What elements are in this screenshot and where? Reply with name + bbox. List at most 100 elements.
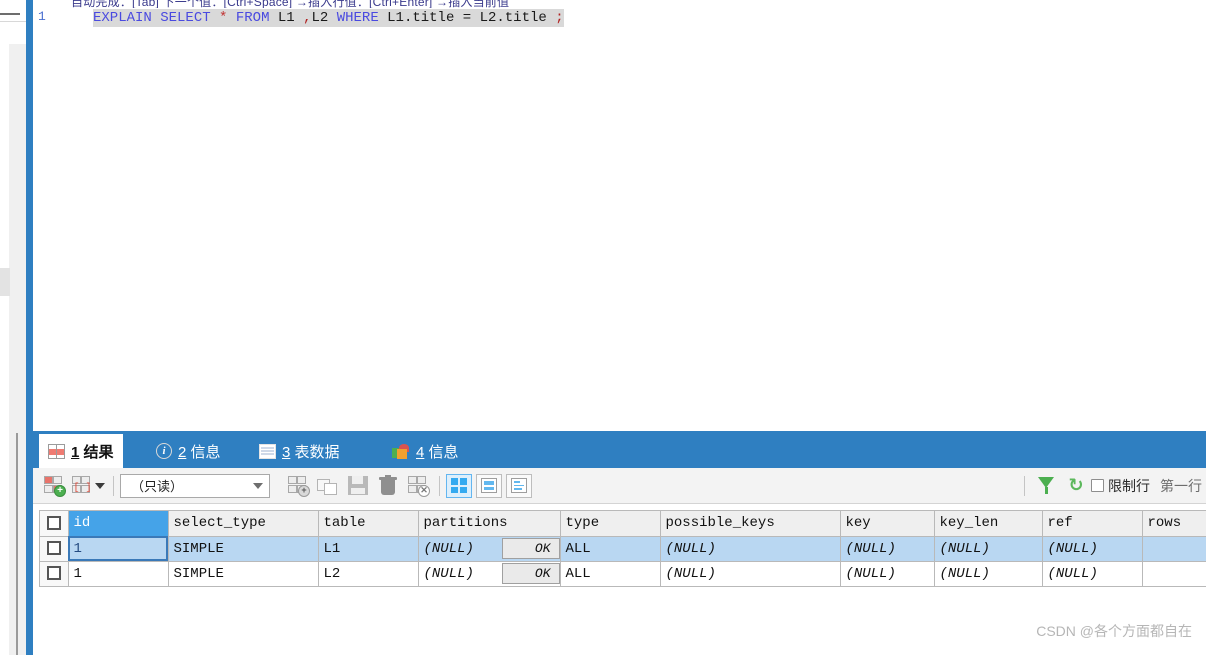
cell-id[interactable]: 1	[68, 536, 169, 562]
select-all-checkbox[interactable]	[46, 515, 61, 530]
chevron-down-icon	[253, 482, 263, 489]
toolbar-separator-1	[113, 475, 114, 496]
cell-type[interactable]: ALL	[560, 561, 661, 587]
copy-record-icon	[317, 476, 339, 496]
cell-ref[interactable]: (NULL)	[1042, 536, 1143, 562]
form-view-icon	[481, 478, 497, 493]
row-checkbox-cell[interactable]	[40, 561, 69, 587]
cell-partitions-value: (NULL)	[423, 540, 474, 557]
select-all-checkbox-cell[interactable]	[40, 511, 69, 537]
sql-editor[interactable]: 自动完成：[Tab] 下一个值：[Ctrl+Space] →插入行值：[Ctrl…	[33, 0, 1206, 434]
cancel-change-button[interactable]: ✕	[403, 471, 433, 501]
edit-mode-value: （只读）	[131, 479, 184, 494]
copy-record-button[interactable]	[313, 471, 343, 501]
column-header-table[interactable]: table	[318, 511, 419, 537]
trash-icon	[379, 475, 397, 495]
column-header-key_len[interactable]: key_len	[934, 511, 1043, 537]
cell-partitions[interactable]: (NULL) OK	[418, 561, 561, 587]
left-collapse-handle[interactable]	[0, 268, 10, 296]
add-record-button[interactable]: +	[39, 471, 69, 501]
results-tabbar: 1 结果 i 2 信息 3 表数据 4 信息	[33, 434, 1206, 468]
column-header-ref[interactable]: ref	[1042, 511, 1143, 537]
row-checkbox[interactable]	[46, 540, 61, 555]
column-header-type[interactable]: type	[560, 511, 661, 537]
column-header-id[interactable]: id	[68, 511, 169, 537]
left-panel-divider	[0, 13, 20, 15]
cell-select_type[interactable]: SIMPLE	[168, 536, 319, 562]
editor-hint-strip: 自动完成：[Tab] 下一个值：[Ctrl+Space] →插入行值：[Ctrl…	[33, 0, 1206, 8]
column-header-partitions[interactable]: partitions	[418, 511, 561, 537]
result-grid-icon	[48, 443, 65, 459]
delete-record-button[interactable]	[373, 471, 403, 501]
tab-info-2-label: 4 信息	[416, 443, 459, 461]
refresh-button[interactable]: ↻	[1061, 471, 1091, 501]
cell-id[interactable]: 1	[68, 561, 169, 587]
partitions-ok-button[interactable]: OK	[501, 562, 559, 584]
toolbar-separator-2	[439, 475, 440, 496]
save-record-button[interactable]	[343, 471, 373, 501]
chevron-down-icon	[94, 482, 105, 489]
toolbar-gap-1	[276, 476, 277, 496]
cell-partitions[interactable]: (NULL) OK	[418, 536, 561, 562]
filter-funnel-icon	[1037, 477, 1055, 494]
cell-ref[interactable]: (NULL)	[1042, 561, 1143, 587]
filter-button[interactable]	[1031, 471, 1061, 501]
row-checkbox-cell[interactable]	[40, 536, 69, 562]
left-panel-top	[0, 0, 26, 22]
cell-possible_keys[interactable]: (NULL)	[660, 561, 841, 587]
editor-hint-text: 自动完成：[Tab] 下一个值：[Ctrl+Space] →插入行值：[Ctrl…	[71, 0, 510, 8]
column-header-key[interactable]: key	[840, 511, 935, 537]
cell-key_len[interactable]: (NULL)	[934, 561, 1043, 587]
record-options-button[interactable]: [ ]	[69, 471, 107, 501]
sql-statement[interactable]: EXPLAIN SELECT * FROM L1 ,L2 WHERE L1.ti…	[93, 9, 564, 27]
first-row-label: 第一行	[1160, 477, 1202, 494]
record-options-icon: [ ]	[71, 476, 92, 495]
tab-info-2[interactable]: 4 信息	[383, 434, 468, 468]
profile-chart-icon	[392, 443, 410, 459]
tab-table-data-label: 3 表数据	[282, 443, 340, 461]
cell-rows[interactable]	[1142, 536, 1206, 562]
table-data-icon	[259, 443, 276, 459]
cell-type[interactable]: ALL	[560, 536, 661, 562]
info-circle-icon: i	[156, 443, 172, 459]
tab-info-1-label: 2 信息	[178, 443, 221, 461]
apply-change-icon: +	[288, 476, 310, 497]
column-header-select_type[interactable]: select_type	[168, 511, 319, 537]
cell-key[interactable]: (NULL)	[840, 561, 935, 587]
field-view-icon	[511, 478, 527, 493]
cell-table[interactable]: L2	[318, 561, 419, 587]
partitions-ok-button[interactable]: OK	[501, 537, 559, 559]
view-grid-button[interactable]	[446, 473, 472, 498]
limit-rows-label: 限制行	[1108, 477, 1150, 494]
edit-mode-select[interactable]: （只读）	[120, 473, 270, 498]
tab-table-data[interactable]: 3 表数据	[250, 434, 349, 468]
view-field-button[interactable]	[506, 473, 532, 498]
limit-rows-checkbox[interactable]	[1091, 479, 1104, 492]
tab-info-1[interactable]: i 2 信息	[147, 434, 230, 468]
app-root: 自动完成：[Tab] 下一个值：[Ctrl+Space] →插入行值：[Ctrl…	[0, 0, 1206, 655]
cell-rows[interactable]	[1142, 561, 1206, 587]
column-header-rows[interactable]: rows	[1142, 511, 1206, 537]
view-form-button[interactable]	[476, 473, 502, 498]
cell-key[interactable]: (NULL)	[840, 536, 935, 562]
apply-change-button[interactable]: +	[283, 471, 313, 501]
vertical-splitter[interactable]	[16, 433, 18, 655]
tab-result-label: 1 结果	[71, 443, 114, 461]
table-row[interactable]: 1 SIMPLE L2 (NULL) OK ALL (NULL) (NULL) …	[40, 561, 1206, 587]
panel-accent-rail	[26, 0, 33, 655]
floppy-save-icon	[348, 476, 368, 495]
table-header-row: id select_type table partitions type pos…	[40, 511, 1206, 537]
refresh-icon: ↻	[1068, 474, 1084, 496]
cell-possible_keys[interactable]: (NULL)	[660, 536, 841, 562]
table-row[interactable]: 1 SIMPLE L1 (NULL) OK ALL (NULL) (NULL) …	[40, 536, 1206, 562]
results-grid[interactable]: id select_type table partitions type pos…	[39, 510, 1206, 587]
cell-select_type[interactable]: SIMPLE	[168, 561, 319, 587]
tab-result[interactable]: 1 结果	[39, 434, 123, 468]
column-header-possible_keys[interactable]: possible_keys	[660, 511, 841, 537]
results-panel: 1 结果 i 2 信息 3 表数据 4 信息 + [] （只读） + ✕ ↻ …	[33, 434, 1206, 655]
cell-table[interactable]: L1	[318, 536, 419, 562]
results-table: id select_type table partitions type pos…	[40, 511, 1206, 587]
row-checkbox[interactable]	[46, 565, 61, 580]
code-line-row: 1 EXPLAIN SELECT * FROM L1 ,L2 WHERE L1.…	[33, 8, 1206, 28]
cell-key_len[interactable]: (NULL)	[934, 536, 1043, 562]
